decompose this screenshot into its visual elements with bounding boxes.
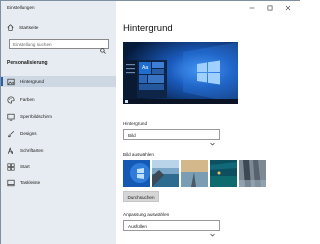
picture-icon: [7, 78, 15, 86]
sidebar-item-label: Sperrbildschirm: [20, 114, 52, 119]
taskbar-icon: [7, 179, 15, 187]
thumbnail-windows[interactable]: [123, 160, 150, 187]
picture-thumbnails: [123, 160, 266, 187]
choose-picture-label: Bild auswählen: [123, 152, 154, 157]
search-placeholder: Einstellung suchen: [13, 41, 52, 47]
close-icon[interactable]: [283, 4, 293, 12]
thumbnail-rocks[interactable]: [239, 160, 266, 187]
sidebar-item-farben[interactable]: Farben: [1, 94, 116, 105]
background-type-dropdown[interactable]: Bild: [123, 129, 220, 146]
sidebar-item-label: Designs: [20, 131, 37, 136]
sidebar-item-label: Schriftarten: [20, 148, 44, 153]
page-title: Hintergrund: [123, 23, 173, 34]
search-icon[interactable]: [100, 41, 106, 54]
sidebar-item-designs[interactable]: Designs: [1, 128, 116, 139]
minimize-icon[interactable]: [247, 4, 257, 12]
home-link[interactable]: Startseite: [7, 23, 38, 31]
background-preview: Aa: [123, 42, 238, 104]
sidebar-item-label: Hintergrund: [20, 79, 45, 84]
sidebar-item-label: Start: [20, 164, 30, 169]
palette-icon: [7, 95, 15, 104]
chevron-down-icon: [210, 133, 215, 146]
home-label: Startseite: [19, 24, 39, 30]
thumbnail-underwater[interactable]: [210, 160, 237, 187]
brush-icon: [7, 130, 15, 138]
sidebar-item-taskleiste[interactable]: Taskleiste: [1, 177, 116, 188]
main-content: Hintergrund Aa Hintergrund Bild Bild aus…: [116, 1, 301, 244]
sidebar-item-start[interactable]: Start: [1, 161, 116, 172]
sidebar-item-hintergrund[interactable]: Hintergrund: [1, 76, 116, 87]
thumbnail-beach[interactable]: [181, 160, 208, 187]
browse-button-label: Durchsuchen: [127, 194, 155, 200]
section-title: Personalisierung: [7, 60, 48, 66]
chevron-down-icon: [210, 224, 215, 237]
window-title: Einstellungen: [7, 5, 35, 10]
start-icon: [7, 162, 15, 171]
preview-tile-text: Aa: [142, 65, 149, 71]
browse-button[interactable]: Durchsuchen: [123, 191, 159, 202]
lock-screen-icon: [7, 113, 15, 121]
thumbnail-coast[interactable]: [152, 160, 179, 187]
fit-label: Anpassung auswählen: [123, 212, 170, 217]
sidebar: Einstellungen Startseite Einstellung suc…: [1, 1, 116, 244]
sidebar-item-sperrbildschirm[interactable]: Sperrbildschirm: [1, 111, 116, 122]
fit-value: Ausfüllen: [128, 223, 147, 229]
fit-dropdown[interactable]: Ausfüllen: [123, 220, 220, 237]
search-input[interactable]: Einstellung suchen: [9, 39, 109, 54]
background-type-value: Bild: [128, 132, 136, 138]
maximize-icon[interactable]: [265, 4, 275, 12]
sidebar-item-label: Taskleiste: [20, 180, 41, 185]
settings-window: Einstellungen Startseite Einstellung suc…: [0, 0, 301, 244]
sidebar-item-label: Farben: [20, 97, 35, 102]
sidebar-item-schriftarten[interactable]: Schriftarten: [1, 145, 116, 156]
font-icon: [7, 146, 15, 155]
home-icon: [7, 23, 14, 31]
background-label: Hintergrund: [123, 121, 148, 126]
